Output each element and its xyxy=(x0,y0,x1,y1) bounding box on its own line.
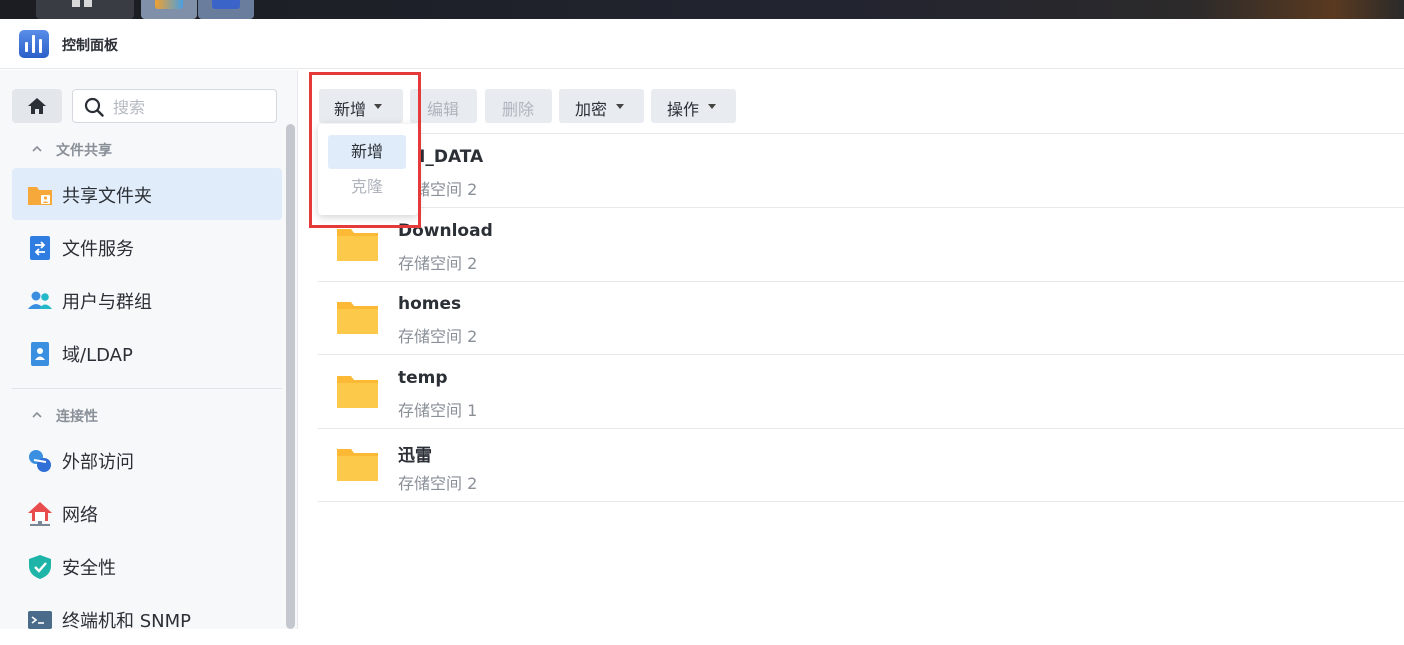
folder-location: 存储空间 2 xyxy=(398,327,478,346)
folder-row[interactable]: XH_DATA 存储空间 2 xyxy=(318,134,1404,208)
sidebar-item-network[interactable]: 网络 xyxy=(12,487,282,539)
taskbar-control-panel-button[interactable] xyxy=(198,0,254,19)
taskbar-main-menu-button[interactable] xyxy=(36,0,134,19)
sidebar-item-label: 外部访问 xyxy=(62,452,134,473)
sidebar-divider xyxy=(12,388,282,389)
folder-location: 存储空间 2 xyxy=(398,254,478,273)
folder-icon xyxy=(337,449,378,481)
sidebar-item-file-services[interactable]: 文件服务 xyxy=(12,221,282,273)
encrypt-button[interactable]: 加密 xyxy=(559,89,644,123)
sidebar-item-label: 文件服务 xyxy=(62,239,134,260)
home-button[interactable] xyxy=(12,89,62,123)
terminal-icon xyxy=(28,611,52,629)
search-input[interactable] xyxy=(113,96,263,118)
taskbar xyxy=(0,0,1404,19)
app-icon xyxy=(155,0,183,9)
window-title: 控制面板 xyxy=(62,38,118,54)
folder-row[interactable]: temp 存储空间 1 xyxy=(318,355,1404,429)
grid-icon-part xyxy=(84,0,92,7)
grid-icon xyxy=(72,0,80,7)
sidebar-item-label: 终端机和 SNMP xyxy=(62,611,191,632)
section-header-file-sharing[interactable]: 文件共享 xyxy=(32,140,112,160)
menu-item-clone[interactable]: 克隆 xyxy=(328,170,406,204)
sidebar-item-label: 网络 xyxy=(62,505,98,526)
external-access-icon xyxy=(29,450,51,472)
shared-folder-icon xyxy=(28,187,52,205)
caret-down-icon xyxy=(374,104,382,109)
chevron-up-icon xyxy=(32,145,42,152)
folder-row[interactable]: homes 存储空间 2 xyxy=(318,281,1404,355)
sidebar-item-label: 域/LDAP xyxy=(62,345,133,366)
delete-button-label: 删除 xyxy=(502,100,535,119)
file-services-icon xyxy=(30,236,50,260)
sidebar-item-label: 用户与群组 xyxy=(62,292,152,313)
sidebar-item-label: 安全性 xyxy=(62,558,116,579)
users-icon xyxy=(28,291,52,309)
create-dropdown-menu: 新增 克隆 xyxy=(318,124,418,215)
folder-name: Download xyxy=(398,221,493,241)
folder-name: homes xyxy=(398,294,462,314)
sidebar: 文件共享 共享文件夹 文件服务 用户与群组 xyxy=(0,70,298,632)
folder-icon xyxy=(337,229,378,261)
sidebar-item-users-groups[interactable]: 用户与群组 xyxy=(12,274,282,326)
folder-name: 迅雷 xyxy=(398,446,432,466)
network-icon xyxy=(28,502,52,526)
menu-item-create[interactable]: 新增 xyxy=(328,135,406,169)
chevron-up-icon xyxy=(32,411,42,418)
sidebar-scrollbar[interactable] xyxy=(286,124,295,629)
search-icon xyxy=(84,97,104,117)
edit-button[interactable]: 编辑 xyxy=(410,89,477,123)
sidebar-item-security[interactable]: 安全性 xyxy=(12,540,282,592)
search-box[interactable] xyxy=(72,89,277,123)
action-button[interactable]: 操作 xyxy=(651,89,736,123)
security-shield-icon xyxy=(29,555,51,579)
encrypt-button-label: 加密 xyxy=(575,100,608,119)
delete-button[interactable]: 删除 xyxy=(485,89,552,123)
folder-row[interactable]: 迅雷 存储空间 2 xyxy=(318,428,1404,502)
sidebar-item-label: 共享文件夹 xyxy=(62,186,152,207)
sidebar-item-domain-ldap[interactable]: 域/LDAP xyxy=(12,327,282,379)
window-titlebar: 控制面板 xyxy=(0,19,1404,69)
sidebar-item-external-access[interactable]: 外部访问 xyxy=(12,434,282,486)
section-title: 文件共享 xyxy=(56,143,112,159)
section-header-connectivity[interactable]: 连接性 xyxy=(32,406,98,426)
control-panel-app-icon xyxy=(19,30,49,58)
folder-name: temp xyxy=(398,368,448,388)
folder-location: 存储空间 1 xyxy=(398,401,478,420)
taskbar-app-button[interactable] xyxy=(141,0,197,19)
edit-button-label: 编辑 xyxy=(427,100,460,119)
folder-row[interactable]: Download 存储空间 2 xyxy=(318,208,1404,282)
create-button[interactable]: 新增 xyxy=(319,89,403,123)
main-panel: 新增 编辑 删除 加密 操作 XH_DATA 存储空间 2 Download 存… xyxy=(299,70,1404,629)
sidebar-item-terminal-snmp[interactable]: 终端机和 SNMP xyxy=(12,593,282,645)
folder-location: 存储空间 2 xyxy=(398,474,478,493)
folder-icon xyxy=(337,376,378,408)
control-panel-icon xyxy=(212,0,240,9)
create-button-label: 新增 xyxy=(334,100,367,119)
home-icon xyxy=(28,98,46,114)
folder-icon xyxy=(337,302,378,334)
sidebar-item-shared-folder[interactable]: 共享文件夹 xyxy=(12,168,282,220)
action-button-label: 操作 xyxy=(667,100,700,119)
domain-ldap-icon xyxy=(31,342,49,366)
caret-down-icon xyxy=(708,104,716,109)
caret-down-icon xyxy=(616,104,624,109)
section-title: 连接性 xyxy=(56,409,98,425)
